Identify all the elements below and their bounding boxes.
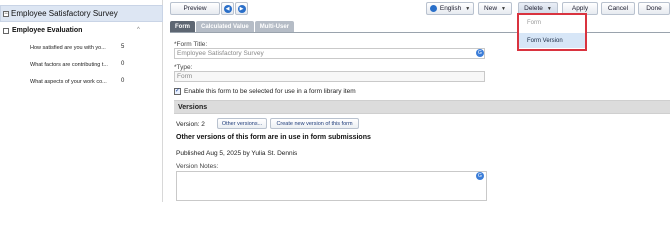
done-button[interactable]: Done <box>638 2 670 15</box>
collapse-icon[interactable] <box>3 27 9 34</box>
tree-root-label: Employee Satisfactory Survey <box>11 9 118 18</box>
tree-root-item[interactable]: − Employee Satisfactory Survey <box>0 5 163 22</box>
version-notes-textarea[interactable] <box>176 171 487 201</box>
create-version-button[interactable]: Create new version of this form <box>270 118 359 129</box>
versions-in-use-text: Other versions of this form are in use i… <box>176 134 371 141</box>
preview-button[interactable]: Preview <box>170 2 220 15</box>
question-count: 0 <box>121 78 125 84</box>
new-button[interactable]: New ▼ <box>478 2 512 15</box>
enable-checkbox-label: Enable this form to be selected for use … <box>184 88 356 95</box>
question-item[interactable]: What factors are contributing t... <box>30 62 108 68</box>
type-label: *Type: <box>174 64 193 71</box>
version-number: Version: 2 <box>176 121 205 128</box>
apply-label: Apply <box>571 5 589 12</box>
tab-multi-user[interactable]: Multi-User <box>254 21 295 32</box>
language-select[interactable]: English ▼ <box>426 2 474 15</box>
new-label: New <box>484 5 498 12</box>
form-tree-panel: − Employee Satisfactory Survey Employee … <box>0 0 163 202</box>
collapse-icon[interactable]: − <box>3 10 9 17</box>
arrow-right-icon: ▶ <box>237 4 246 13</box>
chevron-down-icon: ▼ <box>465 5 471 12</box>
translate-icon[interactable]: G <box>476 172 484 180</box>
chevron-down-icon: ▼ <box>501 5 506 12</box>
preview-label: Preview <box>183 5 207 12</box>
tree-section-label: Employee Evaluation <box>12 27 83 34</box>
done-label: Done <box>646 5 662 12</box>
form-title-label: *Form Title: <box>174 41 208 48</box>
question-count: 0 <box>121 61 125 67</box>
published-text: Published Aug 5, 2025 by Yulia St. Denni… <box>176 150 298 157</box>
cancel-button[interactable]: Cancel <box>601 2 635 15</box>
globe-icon <box>429 5 437 12</box>
chevron-down-icon: ▼ <box>546 5 552 12</box>
tab-calculated-value[interactable]: Calculated Value <box>196 21 254 32</box>
question-item[interactable]: How satisfied are you with yo... <box>30 45 106 51</box>
type-field: Form <box>174 71 485 82</box>
versions-header: Versions <box>174 100 670 114</box>
question-count: 5 <box>121 44 125 50</box>
nav-forward-button[interactable]: ▶ <box>235 2 248 15</box>
arrow-left-icon: ◀ <box>223 4 232 13</box>
menu-item-form: Form <box>527 19 541 26</box>
other-versions-button[interactable]: Other versions... <box>217 118 267 129</box>
cancel-label: Cancel <box>607 5 629 12</box>
chevron-up-icon[interactable]: ^ <box>137 27 140 33</box>
tree-section-item[interactable]: Employee Evaluation <box>3 27 82 34</box>
translate-icon[interactable]: G <box>476 49 484 57</box>
language-label: English <box>439 5 462 12</box>
tab-divider <box>170 32 670 33</box>
delete-dropdown-menu: Form Form Version <box>517 13 587 51</box>
delete-label: Delete <box>524 5 543 12</box>
menu-item-form-version[interactable]: Form Version <box>519 33 585 48</box>
tab-form[interactable]: Form <box>170 21 195 32</box>
tab-bar: Form Calculated Value Multi-User <box>170 21 295 32</box>
enable-checkbox[interactable]: ✓ <box>174 88 181 95</box>
form-title-input[interactable]: Employee Satisfactory Survey <box>174 48 485 59</box>
nav-back-button[interactable]: ◀ <box>221 2 234 15</box>
version-notes-label: Version Notes: <box>176 163 219 170</box>
question-item[interactable]: What aspects of your work co... <box>30 79 107 85</box>
